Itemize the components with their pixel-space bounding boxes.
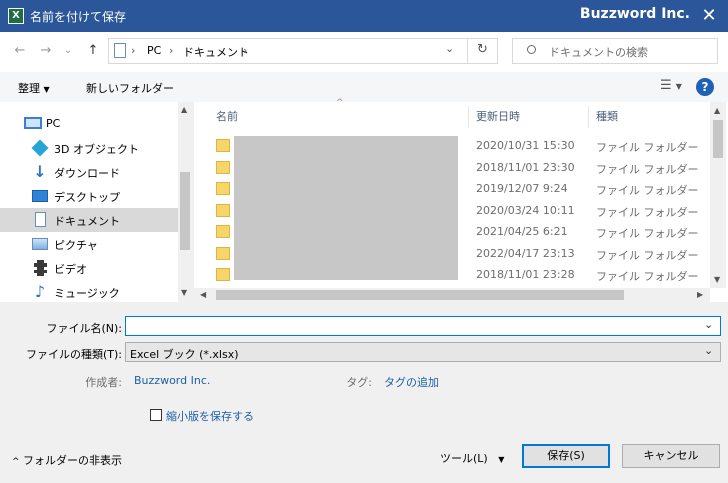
pictures-icon [32,238,48,250]
filename-label: ファイル名(N): [46,322,122,335]
chevron-down-icon: ▼ [43,85,50,94]
view-options-button[interactable]: ☰ ▼ [660,78,682,93]
organize-button[interactable]: 整理 ▼ [18,80,50,96]
scroll-left-icon[interactable]: ◀ [200,290,206,299]
address-bar[interactable]: › PC › ドキュメント › ⌄ ↻ [108,38,498,64]
nav-item-desktop[interactable]: デスクトップ [0,184,178,208]
nav-item-videos[interactable]: ビデオ [0,256,178,280]
scroll-down-icon[interactable]: ▼ [714,275,720,284]
nav-item-pictures[interactable]: ピクチャ [0,232,178,256]
download-icon: ↓ [33,162,47,181]
scroll-down-icon[interactable]: ▼ [181,288,187,297]
excel-icon: X [8,8,24,24]
tools-button[interactable]: ツール(L) ▼ [440,450,504,466]
scroll-up-icon[interactable]: ▲ [714,106,720,115]
folder-icon [216,139,230,152]
add-tag-link[interactable]: タグの追加 [384,374,439,390]
details-view-icon: ☰ [660,78,672,93]
nav-item-downloads[interactable]: ↓ ダウンロード [0,160,178,184]
search-box[interactable]: ドキュメントの検索 [512,38,718,64]
nav-item-music[interactable]: ♪ ミュージック [0,280,178,304]
author-label: 作成者: [85,376,122,389]
cancel-button[interactable]: キャンセル [622,444,720,468]
column-header-modified[interactable]: 更新日時 [476,104,520,130]
save-options-panel: ファイル名(N): ⌄ ファイルの種類(T): Excel ブック (*.xls… [0,302,728,483]
folder-icon [216,161,230,174]
chevron-down-icon[interactable]: ⌄ [704,318,713,331]
file-list-hscroll-thumb[interactable] [216,290,624,300]
chevron-down-icon: ▼ [498,455,505,464]
nav-item-3d-objects[interactable]: 3D オブジェクト [0,136,178,160]
nav-scroll-thumb[interactable] [180,172,190,250]
filename-input[interactable]: ⌄ [125,316,721,336]
file-list: ^ 名前 更新日時 種類 2020/10/31 15:30 ファイル フォルダー … [194,98,728,302]
nav-item-pc[interactable]: PC [0,112,178,136]
breadcrumb-separator-icon: › [243,44,248,57]
redacted-file-names [234,136,458,280]
breadcrumb-pc[interactable]: PC [147,44,161,57]
new-folder-button[interactable]: 新しいフォルダー [86,80,174,96]
folder-icon [216,268,230,281]
sort-ascending-icon: ^ [336,98,344,108]
hide-folders-button[interactable]: ^ フォルダーの非表示 [12,452,122,468]
folder-icon [216,225,230,238]
scroll-right-icon[interactable]: ▶ [697,290,703,299]
breadcrumb-documents[interactable]: ドキュメント [183,44,249,60]
chevron-up-icon: ^ [12,457,20,467]
folder-icon [216,247,230,260]
column-divider[interactable] [588,106,589,128]
folder-icon [216,182,230,195]
column-header-type[interactable]: 種類 [596,104,618,130]
navigation-pane: PC 3D オブジェクト ↓ ダウンロード デスクトップ ドキュメント ピクチャ… [0,102,192,302]
3d-objects-icon [31,139,49,157]
up-button[interactable]: ↑ [83,41,103,61]
save-button[interactable]: 保存(S) [522,444,610,468]
filetype-label: ファイルの種類(T): [25,348,122,361]
address-dropdown-button[interactable]: ⌄ [445,42,454,55]
column-divider[interactable] [468,106,469,128]
music-icon: ♪ [34,282,46,301]
tags-label: タグ: [346,376,372,389]
save-thumbnail-checkbox[interactable] [150,409,162,421]
chevron-down-icon: ⌄ [704,344,714,357]
file-list-vertical-scrollbar[interactable]: ▲ ▼ [710,102,726,288]
forward-button[interactable]: → [36,41,56,61]
chevron-down-icon: ▼ [675,82,682,91]
nav-item-documents[interactable]: ドキュメント [0,208,178,232]
help-button[interactable]: ? [696,78,714,96]
back-button[interactable]: ← [10,41,30,61]
toolbar: 整理 ▼ 新しいフォルダー ☰ ▼ ? [0,72,728,102]
video-icon [34,260,47,276]
filetype-select[interactable]: Excel ブック (*.xlsx) ⌄ [125,342,721,362]
breadcrumb-separator-icon: › [131,44,136,57]
folder-icon [216,204,230,217]
divider [467,39,468,63]
documents-icon [35,212,46,227]
title-bar: X 名前を付けて保存 Buzzword Inc. ✕ [0,0,728,32]
refresh-button[interactable]: ↻ [477,42,488,57]
window-title: 名前を付けて保存 [30,10,127,24]
nav-scrollbar[interactable]: ▲ ▼ [178,102,192,302]
file-list-horizontal-scrollbar[interactable]: ◀ ▶ [194,288,710,302]
file-list-scroll-thumb[interactable] [713,120,723,158]
column-header-name[interactable]: 名前 [216,104,238,130]
scroll-up-icon[interactable]: ▲ [181,105,187,114]
breadcrumb-separator-icon: › [169,44,174,57]
author-value[interactable]: Buzzword Inc. [134,374,210,387]
search-icon [527,45,536,54]
pc-icon [24,117,42,129]
save-thumbnail-label[interactable]: 縮小版を保存する [166,408,254,424]
account-name: Buzzword Inc. [579,6,690,22]
recent-locations-button[interactable]: ⌄ [58,41,78,61]
search-placeholder: ドキュメントの検索 [549,46,648,59]
documents-icon [114,43,126,58]
desktop-icon [32,190,48,202]
close-button[interactable]: ✕ [694,2,724,30]
